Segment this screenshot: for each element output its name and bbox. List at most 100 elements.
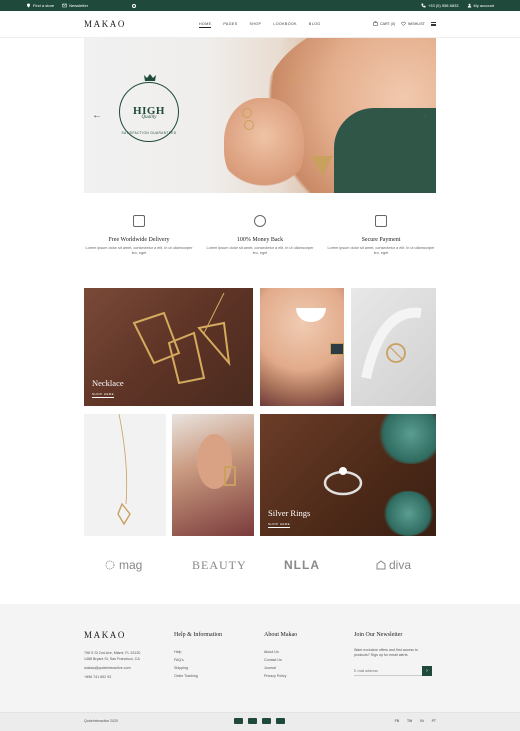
- footer-link[interactable]: Contact Us: [264, 656, 297, 664]
- brand-mag-logo[interactable]: mag: [104, 558, 142, 572]
- hero-pendant: [311, 156, 333, 176]
- payment-methods: [234, 718, 285, 724]
- footer-contact: 798 S St 2nd Ave, Miami, FL 33130 1488 B…: [84, 650, 140, 680]
- credit-card-icon: [375, 215, 387, 227]
- find-store-label: Find a store: [33, 3, 55, 8]
- newsletter-description: Want exclusive offers and first access t…: [354, 648, 418, 657]
- badge-quality-text: Quality: [141, 114, 157, 120]
- silver-rings-shop-link[interactable]: SHOP HERE: [268, 522, 291, 528]
- footer-link[interactable]: Journal: [264, 664, 297, 672]
- silver-rings-category-tile[interactable]: Silver Rings SHOP HERE: [260, 414, 436, 536]
- footer-logo[interactable]: MAKAO: [84, 630, 126, 640]
- location-pin-icon: [27, 3, 30, 8]
- hero-model-hand: [224, 98, 304, 193]
- newsletter-submit-button[interactable]: ›: [422, 666, 432, 676]
- footer-link[interactable]: Order Tracking: [174, 672, 222, 680]
- model-earring-image: [224, 466, 236, 486]
- menu-icon[interactable]: [431, 21, 436, 26]
- footer-link[interactable]: Privacy Policy: [264, 672, 297, 680]
- slider-next-arrow[interactable]: →: [418, 110, 428, 121]
- feature-title: 100% Money Back: [236, 237, 284, 243]
- phone-link[interactable]: +33 (0) 558 6833: [421, 3, 459, 8]
- header-actions: CART (0) WISHLIST: [373, 21, 436, 26]
- phone-label: +33 (0) 558 6833: [427, 3, 459, 8]
- brand-nlla-logo[interactable]: NLLA: [284, 558, 320, 572]
- main-nav: HOME PAGES SHOP LOOKBOOK BLOG: [199, 22, 321, 28]
- crown-icon: [144, 74, 156, 81]
- social-links: FB TW IN PT: [395, 719, 436, 723]
- bottom-bar: Qodeinteractive 2020 FB TW IN PT: [0, 712, 520, 731]
- footer-help-column: Help & Information Help FAQ's Shipping O…: [174, 632, 222, 680]
- cart-label: CART (0): [379, 21, 396, 26]
- necklace-image: [132, 293, 231, 385]
- account-link[interactable]: My account: [467, 3, 494, 8]
- newsletter-label: Newsletter: [69, 3, 89, 8]
- address-line: 1488 Bryant St, San Francisco, CA: [84, 657, 140, 661]
- nav-shop[interactable]: SHOP: [250, 22, 262, 26]
- feature-title: Free Worldwide Delivery: [108, 237, 170, 243]
- ring-model-tile[interactable]: [260, 288, 344, 406]
- necklace-shop-link[interactable]: SHOP HERE: [92, 392, 115, 398]
- footer-about-title: About Makao: [264, 632, 298, 638]
- instagram-link[interactable]: IN: [420, 719, 423, 723]
- brand-beauty-logo[interactable]: BEAUTY: [192, 558, 247, 573]
- brand-name: mag: [119, 558, 143, 572]
- silver-ring-image: [323, 467, 363, 496]
- model-smile-image: [296, 308, 326, 322]
- ring-image: [361, 307, 422, 380]
- top-bar: Find a store Newsletter +33 (0) 558 6833…: [0, 0, 520, 11]
- nav-blog[interactable]: BLOG: [309, 22, 321, 26]
- wishlist-label: WISHLIST: [408, 21, 425, 26]
- site-footer: MAKAO 798 S St 2nd Ave, Miami, FL 33130 …: [0, 604, 520, 712]
- slider-prev-arrow[interactable]: ←: [92, 110, 102, 121]
- twitter-link[interactable]: TW: [407, 719, 412, 723]
- piggy-bank-icon: [254, 215, 266, 227]
- footer-phone[interactable]: +896 741 852 93: [84, 674, 140, 680]
- moss-decoration: [376, 414, 436, 464]
- feature-money-back: 100% Money Back Lorem ipsum dolor sit am…: [205, 215, 315, 257]
- site-logo[interactable]: MAKAO: [84, 19, 126, 29]
- brand-diva-logo[interactable]: diva: [376, 558, 411, 572]
- wishlist-link[interactable]: WISHLIST: [401, 21, 425, 26]
- feature-text: Lorem ipsum dolor sit amet, consectetur …: [85, 246, 193, 256]
- find-store-link[interactable]: Find a store: [26, 3, 54, 8]
- footer-link[interactable]: Help: [174, 648, 222, 656]
- amex-icon: [276, 718, 285, 724]
- newsletter-link[interactable]: Newsletter: [62, 3, 88, 8]
- facebook-link[interactable]: FB: [395, 719, 399, 723]
- feature-delivery: Free Worldwide Delivery Lorem ipsum dolo…: [84, 215, 194, 257]
- nav-home[interactable]: HOME: [199, 22, 212, 28]
- hero-earring: [289, 74, 297, 82]
- features-row: Free Worldwide Delivery Lorem ipsum dolo…: [84, 215, 436, 275]
- necklace-category-tile[interactable]: Necklace SHOP HERE: [84, 288, 253, 406]
- pendant-tile[interactable]: [84, 414, 166, 536]
- footer-link[interactable]: About Us: [264, 648, 297, 656]
- paypal-icon: [262, 718, 271, 724]
- ring-closeup-tile[interactable]: [351, 288, 436, 406]
- badge-guarantee-text: SATISFACTION GUARANTEED: [121, 131, 177, 135]
- feature-text: Lorem ipsum dolor sit amet, consectetur …: [206, 246, 314, 256]
- newsletter-email-input[interactable]: [354, 666, 422, 676]
- cart-link[interactable]: CART (0): [373, 21, 395, 26]
- hero-ring: [242, 108, 252, 118]
- sunburst-icon: [105, 560, 115, 570]
- footer-link[interactable]: FAQ's: [174, 656, 222, 664]
- pinterest-link[interactable]: PT: [432, 719, 436, 723]
- visa-icon: [234, 718, 243, 724]
- footer-email[interactable]: makao@qodeinteractive.com: [84, 665, 140, 671]
- pendant-image: [117, 414, 131, 526]
- copyright-text: Qodeinteractive 2020: [84, 719, 119, 723]
- heart-icon: [401, 21, 406, 26]
- nav-pages[interactable]: PAGES: [223, 22, 237, 26]
- earring-model-tile[interactable]: [172, 414, 254, 536]
- search-icon[interactable]: [132, 3, 137, 8]
- bag-icon: [373, 21, 378, 26]
- nav-lookbook[interactable]: LOOKBOOK: [273, 22, 297, 26]
- necklace-label: Necklace: [92, 378, 124, 388]
- brand-name: diva: [389, 558, 412, 572]
- footer-link[interactable]: Shipping: [174, 664, 222, 672]
- footer-newsletter-column: Join Our Newsletter Want exclusive offer…: [354, 632, 434, 676]
- feature-secure-payment: Secure Payment Lorem ipsum dolor sit ame…: [326, 215, 436, 257]
- brand-name: NLLA: [284, 558, 320, 572]
- account-label: My account: [473, 3, 494, 8]
